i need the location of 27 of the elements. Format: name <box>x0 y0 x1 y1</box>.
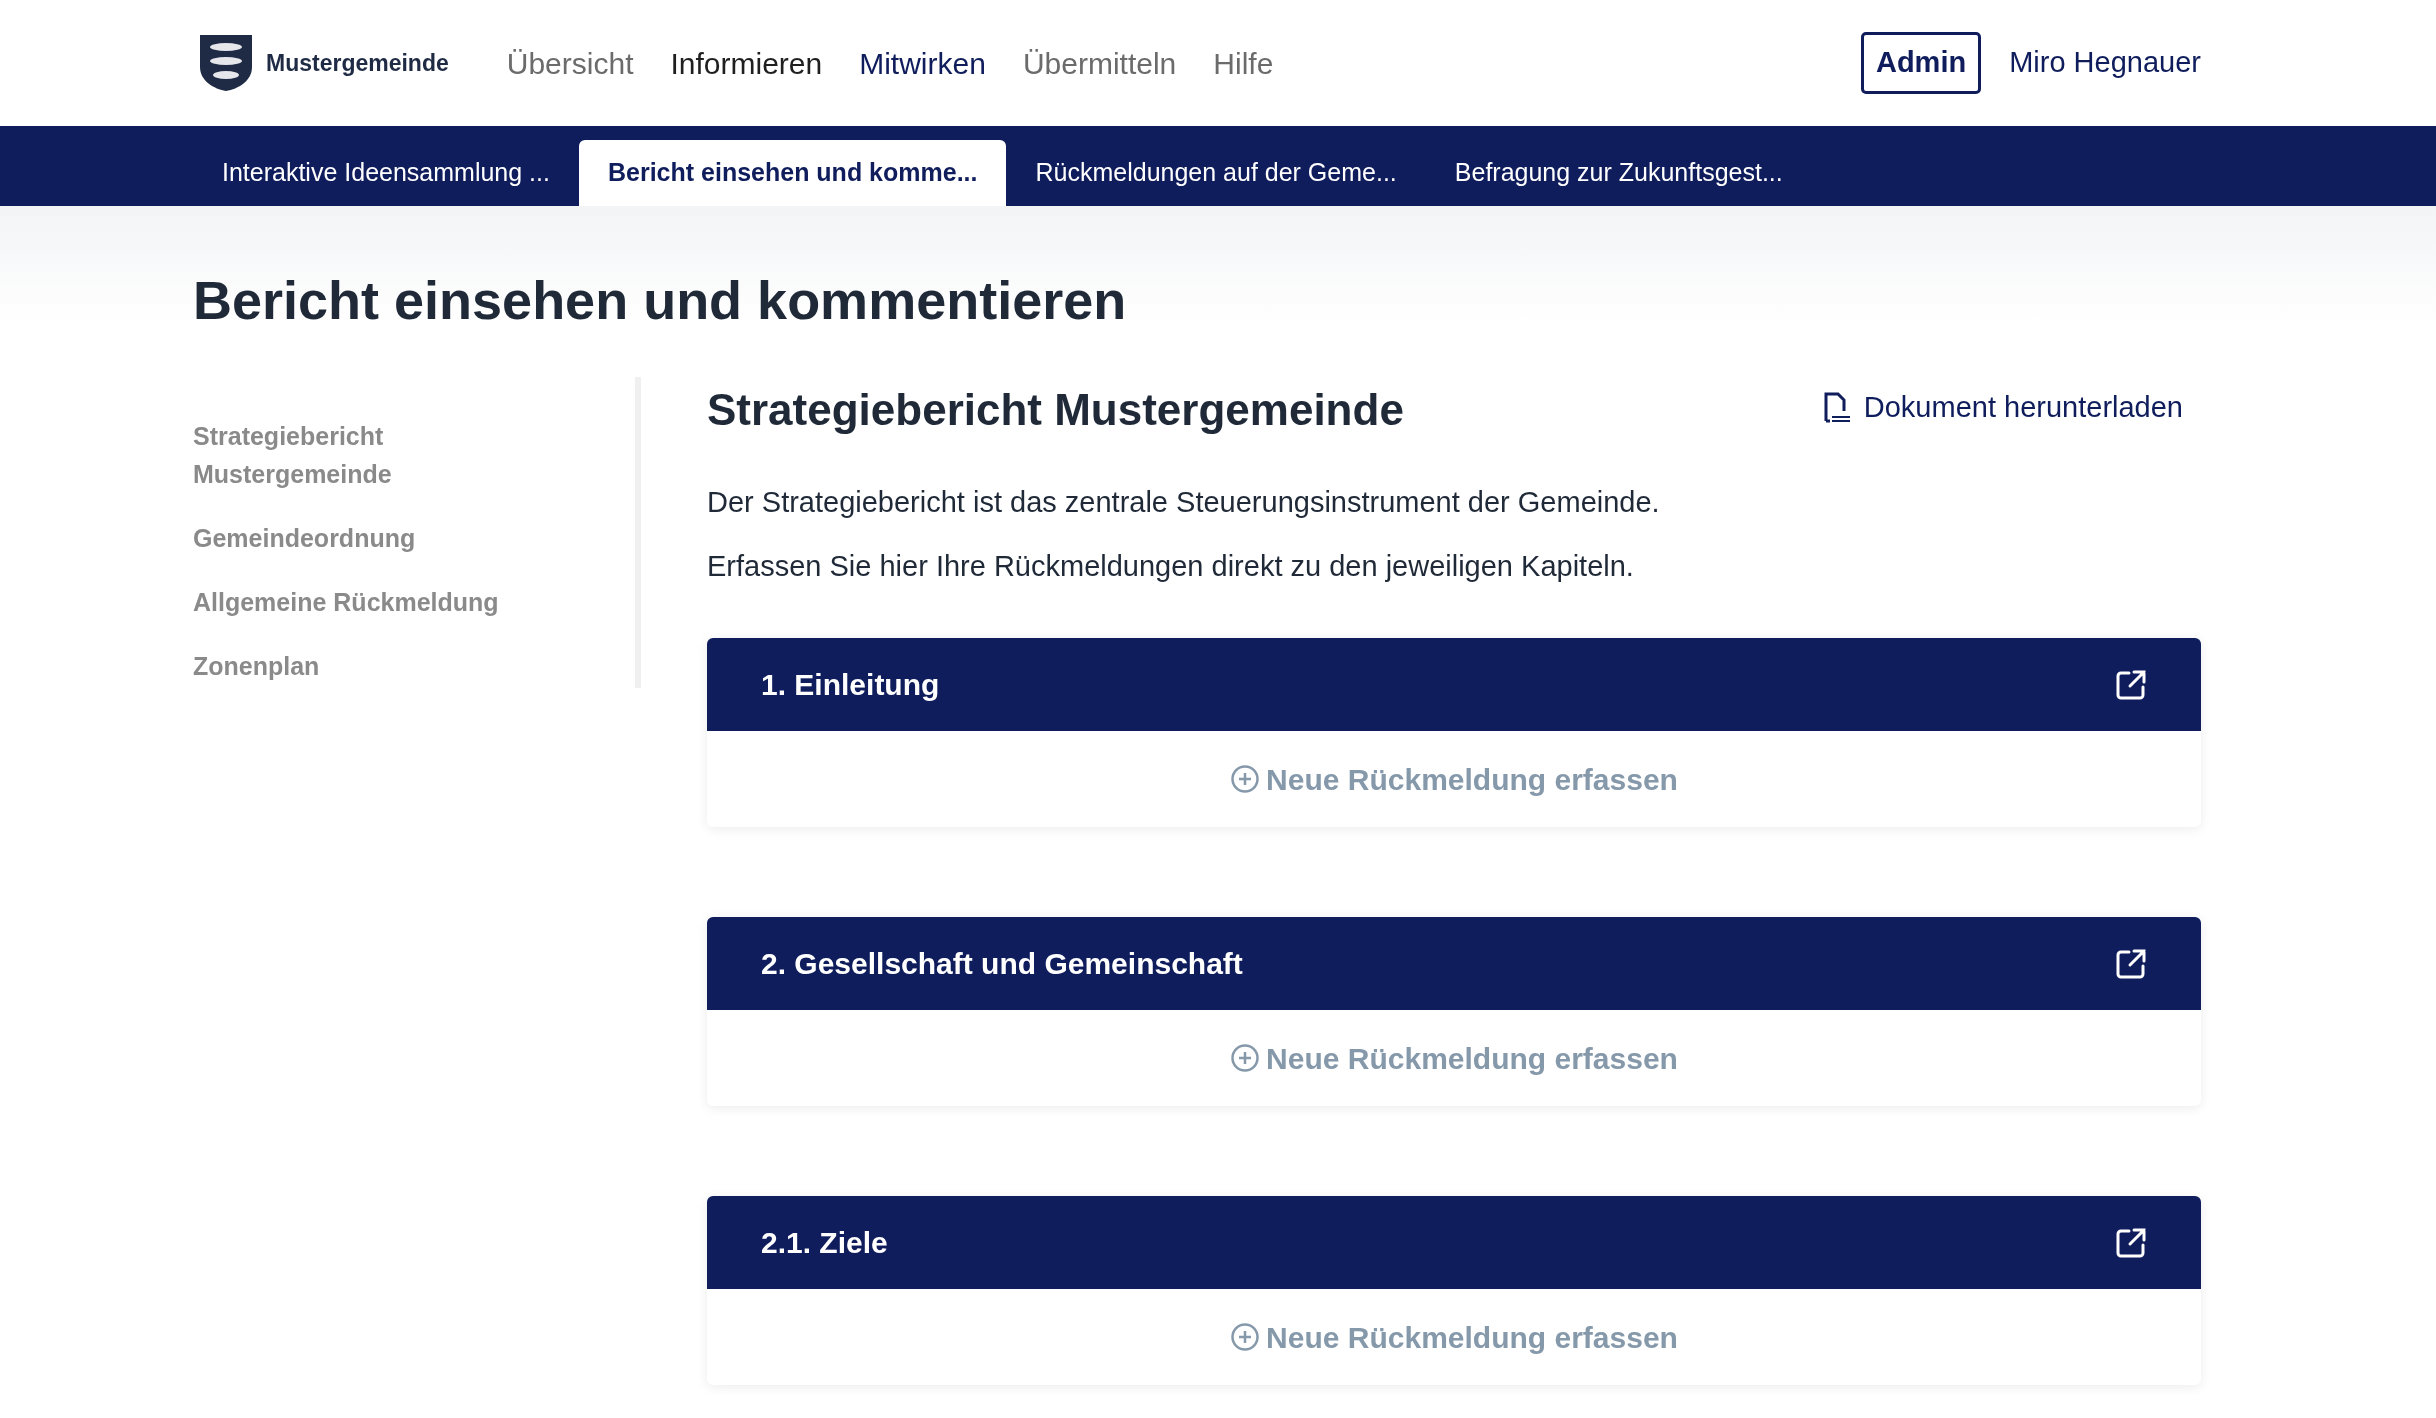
crest-logo-icon[interactable] <box>198 33 254 93</box>
external-link-icon[interactable] <box>2115 947 2147 980</box>
nav-link[interactable]: Informieren <box>670 40 823 86</box>
download-link[interactable]: Dokument herunterladen <box>1821 386 2183 430</box>
page-title: Bericht einsehen und kommentieren <box>193 273 1128 327</box>
chapter-title: 2. Gesellschaft und Gemeinschaft <box>761 946 1243 982</box>
tab[interactable]: Befragung zur Zukunftsgest... <box>1425 140 1812 206</box>
plus-circle-icon <box>1230 764 1261 794</box>
description-text: Der Strategiebericht ist das zentrale Steuerungsinstrument der Gemeinde. <box>707 485 1661 520</box>
external-link-icon[interactable] <box>2115 1226 2147 1259</box>
nav-link[interactable]: Hilfe <box>1213 40 1274 86</box>
logo-text[interactable]: Mustergemeinde <box>266 45 449 81</box>
admin-button[interactable]: Admin <box>1860 32 1982 94</box>
tab[interactable]: Interaktive Ideensammlung ... <box>193 140 579 206</box>
user-name-link[interactable]: Miro Hegnauer <box>2009 41 2201 85</box>
chapter-title: 2.1. Ziele <box>761 1225 888 1261</box>
document-title: Strategiebericht Mustergemeinde <box>707 384 1404 436</box>
plus-circle-icon <box>1230 1043 1261 1073</box>
nav-link[interactable]: Übersicht <box>506 40 634 86</box>
nav-link[interactable]: Mitwirken <box>859 40 986 86</box>
plus-circle-icon <box>1230 1322 1261 1352</box>
external-link-icon[interactable] <box>2115 668 2147 701</box>
tab[interactable]: Rückmeldungen auf der Geme... <box>1006 140 1426 206</box>
nav-link[interactable]: Übermitteln <box>1022 40 1177 86</box>
description-text: Erfassen Sie hier Ihre Rückmeldungen direkt zu den jeweiligen Kapiteln. <box>707 548 1635 584</box>
tab[interactable]: Bericht einsehen und komme... <box>578 140 1007 206</box>
chapter-title: 1. Einleitung <box>761 667 940 703</box>
